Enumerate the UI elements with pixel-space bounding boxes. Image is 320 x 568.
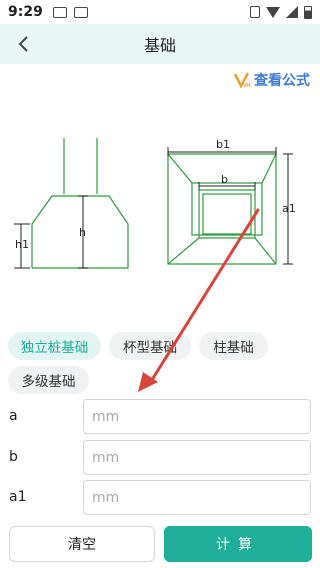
chip-label: 柱基础 [213, 340, 254, 356]
page-title: 基础 [143, 36, 176, 55]
type-chip-isolated-pile[interactable]: 独立桩基础 [8, 332, 101, 360]
chip-label: 多级基础 [21, 374, 76, 390]
input-b[interactable] [83, 440, 311, 475]
clear-label: 清空 [68, 537, 96, 553]
view-formula-label: 查看公式 [254, 73, 310, 89]
image-notification-icon [73, 6, 88, 18]
label-b: b [221, 173, 228, 186]
label-b1: b1 [216, 138, 230, 151]
type-chip-cup[interactable]: 杯型基础 [109, 332, 191, 360]
vibrate-icon [250, 6, 260, 18]
label-a1: a1 [282, 202, 296, 215]
status-indicators [250, 5, 312, 19]
field-label-a1: a1 [9, 489, 27, 505]
pile-cap-elevation [31, 138, 129, 269]
type-chip-multi-stage[interactable]: 多级基础 [8, 366, 89, 394]
field-label-b: b [9, 449, 18, 465]
input-a[interactable] [83, 399, 311, 434]
plan-dimensions [167, 147, 293, 265]
pile-cap-dimensions [14, 195, 88, 269]
wifi-icon [266, 6, 280, 18]
label-h: h [79, 226, 86, 239]
field-label-a: a [9, 408, 18, 424]
status-time: 9:29 [8, 4, 43, 20]
app-header: 基础 [0, 24, 320, 64]
svg-text:VIP: VIP [243, 83, 250, 88]
vip-icon: VIP [234, 72, 250, 88]
foundation-diagram: h h1 b1 b a1 [14, 138, 296, 269]
signal-icon [286, 6, 298, 18]
field-row-a: a [0, 399, 320, 435]
back-button[interactable] [10, 30, 38, 58]
view-formula-link[interactable]: VIP 查看公式 [234, 70, 310, 90]
clear-button[interactable]: 清空 [9, 526, 155, 562]
label-h1: h1 [15, 238, 29, 251]
plan-view [167, 153, 277, 265]
type-chip-column[interactable]: 柱基础 [199, 332, 268, 360]
input-a1[interactable] [83, 480, 311, 515]
battery-icon [304, 5, 312, 19]
chip-label: 独立桩基础 [20, 340, 89, 356]
calculate-label: 计算 [216, 537, 260, 553]
field-row-a1: a1 [0, 480, 320, 516]
chip-label: 杯型基础 [123, 340, 177, 356]
field-row-b: b [0, 440, 320, 476]
calculate-button[interactable]: 计算 [164, 526, 312, 562]
status-bar: 9:29 [0, 0, 320, 24]
notification-icon [52, 6, 67, 18]
chevron-left-icon [18, 36, 28, 52]
